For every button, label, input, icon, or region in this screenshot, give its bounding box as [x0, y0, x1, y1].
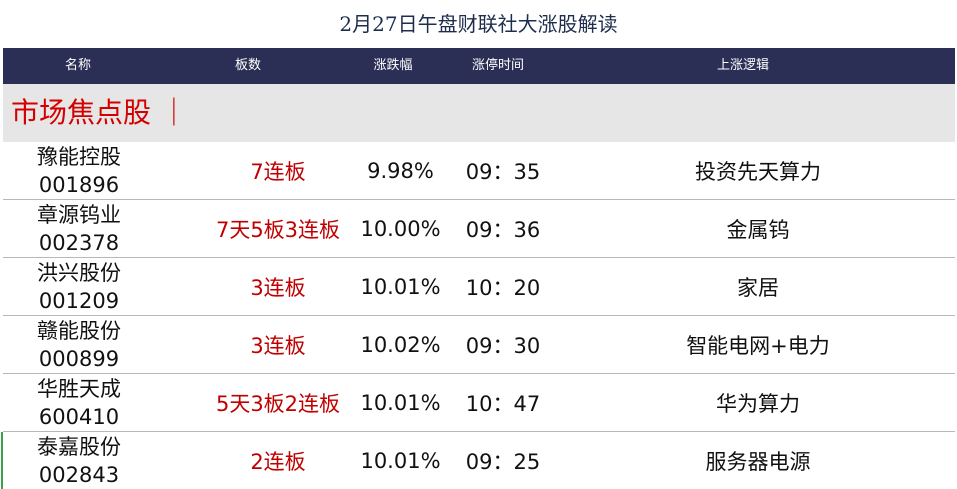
change-percent: 10.02%	[360, 332, 441, 357]
rise-logic: 华为算力	[716, 391, 800, 416]
limit-up-time: 09：25	[465, 449, 541, 474]
change-percent: 10.00%	[360, 216, 441, 241]
stock-code: 002843	[38, 462, 120, 487]
rise-logic: 金属钨	[726, 217, 790, 242]
stock-code: 600410	[38, 404, 120, 429]
change-percent: 10.01%	[360, 274, 441, 299]
table-row: 洪兴股份 001209 3连板 10.01% 10：20 家居	[3, 258, 955, 316]
table-row: 赣能股份 000899 3连板 10.02% 09：30 智能电网+电力	[3, 316, 955, 374]
section-label: 市场焦点股 ｜	[11, 96, 188, 129]
selection-border	[1, 432, 3, 489]
stock-code: 002378	[38, 230, 120, 255]
header-board: 板数	[234, 58, 261, 73]
section-row: 市场焦点股 ｜	[3, 84, 955, 142]
change-percent: 10.01%	[360, 390, 441, 415]
limit-up-time: 09：35	[465, 159, 541, 184]
rise-logic: 投资先天算力	[695, 159, 821, 184]
stock-name-cell: 洪兴股份 001209	[9, 258, 149, 315]
table-header: 名称 板数 涨跌幅 涨停时间 上涨逻辑	[3, 48, 955, 84]
stock-name-cell: 章源钨业 002378	[9, 200, 149, 257]
limit-up-time: 09：36	[465, 217, 541, 242]
stock-code: 001209	[38, 288, 120, 313]
stock-code: 001896	[38, 172, 120, 197]
rise-logic: 服务器电源	[705, 449, 811, 474]
limit-up-time: 10：47	[465, 391, 541, 416]
header-logic: 上涨逻辑	[716, 58, 769, 73]
table-row: 豫能控股 001896 7连板 9.98% 09：35 投资先天算力	[3, 142, 955, 200]
stock-name: 泰嘉股份	[37, 434, 121, 459]
stock-name-cell: 赣能股份 000899	[9, 316, 149, 373]
stock-name: 华胜天成	[37, 376, 121, 401]
table-row: 华胜天成 600410 5天3板2连板 10.01% 10：47 华为算力	[3, 374, 955, 432]
stock-name: 赣能股份	[37, 318, 121, 343]
stock-name-cell: 华胜天成 600410	[9, 374, 149, 431]
stock-name: 章源钨业	[37, 202, 121, 227]
header-change: 涨跌幅	[373, 58, 413, 73]
rise-logic: 家居	[737, 275, 779, 300]
change-percent: 9.98%	[367, 158, 434, 183]
limit-up-time: 10：20	[465, 275, 541, 300]
page-title: 2月27日午盘财联社大涨股解读	[339, 12, 618, 36]
header-name: 名称	[64, 58, 91, 73]
table-row: 泰嘉股份 002843 2连板 10.01% 09：25 服务器电源	[3, 432, 955, 489]
stock-name-cell: 泰嘉股份 002843	[9, 432, 149, 489]
table-row: 章源钨业 002378 7天5板3连板 10.00% 09：36 金属钨	[3, 200, 955, 258]
stock-name: 洪兴股份	[37, 260, 121, 285]
rise-logic: 智能电网+电力	[686, 333, 830, 358]
stock-name-cell: 豫能控股 001896	[9, 142, 149, 199]
stock-code: 000899	[38, 346, 120, 371]
stock-name: 豫能控股	[37, 144, 121, 169]
change-percent: 10.01%	[360, 448, 441, 473]
table-page: 2月27日午盘财联社大涨股解读 名称 板数 涨跌幅 涨停时间 上涨逻辑 市场焦点…	[0, 0, 957, 489]
limit-up-time: 09：30	[465, 333, 541, 358]
header-limit-time: 涨停时间	[471, 58, 524, 73]
